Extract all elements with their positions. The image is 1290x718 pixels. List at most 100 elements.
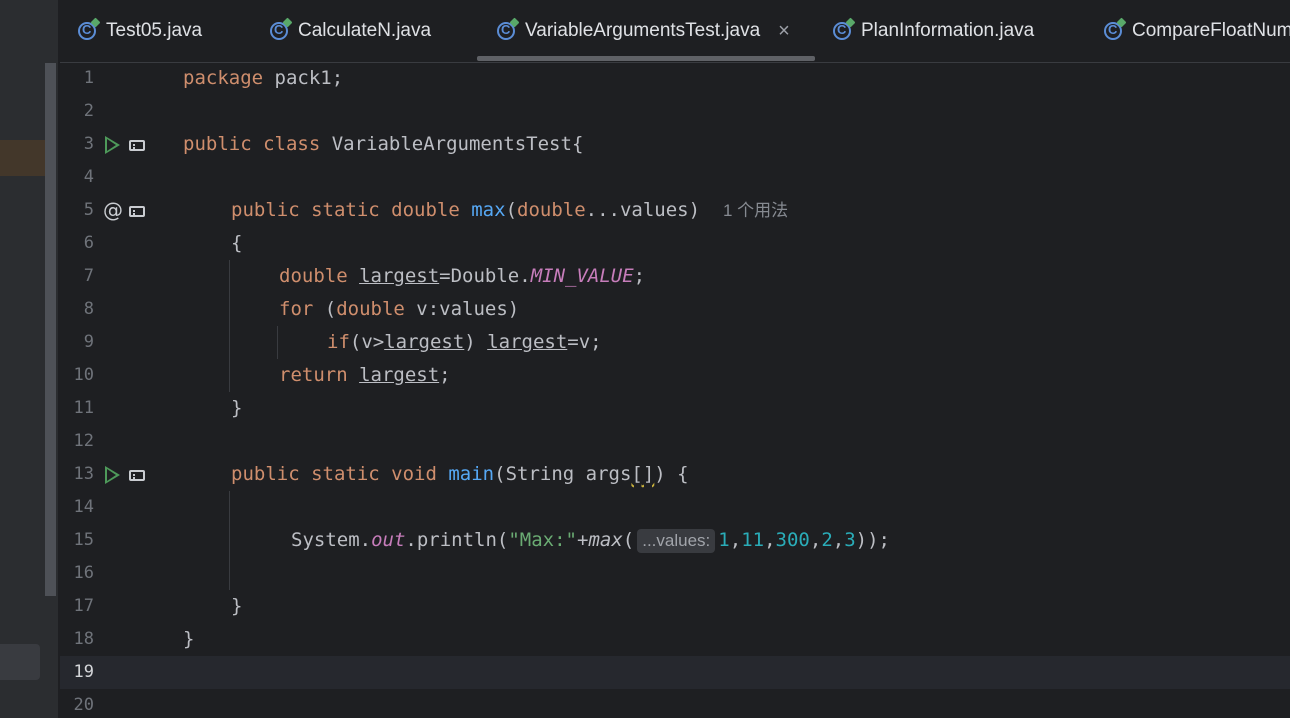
code-text: , xyxy=(729,529,742,551)
code-text: ( xyxy=(622,529,635,551)
run-icon[interactable] xyxy=(105,466,120,484)
method-name: max xyxy=(471,199,506,221)
bookmark-icon[interactable] xyxy=(129,206,145,217)
tab-label: CalculateN.java xyxy=(298,20,432,41)
warning-brackets[interactable]: [] xyxy=(631,463,654,485)
line-number: 14 xyxy=(73,497,94,517)
sidebar-selected-row[interactable] xyxy=(0,140,45,176)
code-line: public static void main(String args[]) { xyxy=(231,458,689,491)
sidebar-button[interactable] xyxy=(0,644,40,680)
keyword: double xyxy=(279,265,348,287)
code-text: (v> xyxy=(349,331,385,353)
indent-guide xyxy=(277,326,278,359)
keyword: double xyxy=(517,199,586,221)
number-literal: 3 xyxy=(844,529,856,551)
line-number: 17 xyxy=(73,596,94,616)
line-number: 2 xyxy=(83,101,94,121)
usage-hint[interactable]: 1 个用法 xyxy=(723,201,788,220)
tab-label: VariableArgumentsTest.java xyxy=(525,20,761,41)
java-class-icon xyxy=(497,22,515,40)
tab-label: CompareFloatNum xyxy=(1132,20,1290,41)
parameter-hint: ...values: xyxy=(637,529,716,553)
line-number: 20 xyxy=(73,695,94,715)
code-text: ( xyxy=(505,199,518,221)
editor-tab-bar: Test05.java CalculateN.java VariableArgu… xyxy=(60,0,1290,63)
code-text: =Double. xyxy=(439,265,531,287)
code-text: ) { xyxy=(654,463,689,485)
close-icon[interactable]: × xyxy=(778,20,790,43)
keyword: public static void xyxy=(231,463,437,485)
line-number: 15 xyxy=(73,530,94,550)
code-line: public class VariableArgumentsTest{ xyxy=(183,128,583,161)
keyword: return xyxy=(279,364,348,386)
tab-label: PlanInformation.java xyxy=(861,20,1035,41)
constant: MIN_VALUE xyxy=(530,265,634,287)
code-line: if(v>largest) largest=v; xyxy=(327,326,602,359)
code-text: =v; xyxy=(567,331,602,353)
override-icon[interactable]: @ xyxy=(103,198,123,222)
bookmark-icon[interactable] xyxy=(129,140,145,151)
method-call: max xyxy=(588,529,623,551)
code-line: } xyxy=(231,595,243,617)
line-number: 18 xyxy=(73,629,94,649)
indent-guide xyxy=(229,260,230,392)
code-text: (String args xyxy=(494,463,632,485)
line-number: 4 xyxy=(83,167,94,187)
code-text: ( xyxy=(313,298,337,320)
tab-planinformation[interactable]: PlanInformation.java xyxy=(833,0,1034,62)
code-text: + xyxy=(577,529,589,551)
variable: largest xyxy=(359,364,440,386)
number-literal: 2 xyxy=(821,529,833,551)
java-class-icon xyxy=(1104,22,1122,40)
java-class-icon xyxy=(833,22,851,40)
code-text: , xyxy=(809,529,822,551)
line-number: 5 xyxy=(83,200,94,220)
string-literal: "Max:" xyxy=(508,529,577,551)
line-number: 10 xyxy=(73,365,94,385)
code-text: , xyxy=(764,529,776,551)
line-number: 6 xyxy=(83,233,94,253)
active-tab-indicator xyxy=(477,56,815,61)
number-literal: 300 xyxy=(775,529,810,551)
line-number: 3 xyxy=(83,134,94,154)
tab-calculaten[interactable]: CalculateN.java xyxy=(270,0,431,62)
code-text: v:values) xyxy=(404,298,520,320)
code-line: for (double v:values) xyxy=(279,293,519,326)
line-number: 7 xyxy=(83,266,94,286)
keyword: double xyxy=(336,298,405,320)
code-line: public static double max(double...values… xyxy=(231,194,788,227)
code-text: ; xyxy=(439,364,451,386)
line-number: 1 xyxy=(83,68,94,88)
code-text: , xyxy=(832,529,845,551)
static-field: out xyxy=(371,529,406,551)
code-text: ...values) xyxy=(585,199,701,221)
code-text: System. xyxy=(291,529,372,551)
code-line: } xyxy=(183,628,195,650)
code-text: .println( xyxy=(405,529,509,551)
code-text: ; xyxy=(633,265,646,287)
code-text: ) xyxy=(464,331,488,353)
run-icon[interactable] xyxy=(105,136,120,154)
sidebar-scrollbar[interactable] xyxy=(45,63,56,596)
code-line: System.out.println("Max:"+max(...values:… xyxy=(291,524,890,557)
code-text: pack1; xyxy=(263,67,344,89)
java-class-icon xyxy=(78,22,96,40)
variable: largest xyxy=(384,331,465,353)
bookmark-icon[interactable] xyxy=(129,470,145,481)
tab-test05[interactable]: Test05.java xyxy=(78,0,202,62)
code-text: VariableArgumentsTest{ xyxy=(320,133,584,155)
code-editor[interactable]: package pack1; public class VariableArgu… xyxy=(183,62,1290,718)
method-name: main xyxy=(448,463,495,485)
tab-label: Test05.java xyxy=(106,20,203,41)
number-literal: 1 xyxy=(718,529,730,551)
tab-variableargumentstest[interactable]: VariableArgumentsTest.java × xyxy=(497,0,790,62)
tab-comparefloatnum[interactable]: CompareFloatNum xyxy=(1104,0,1290,62)
java-class-icon xyxy=(270,22,288,40)
variable: largest xyxy=(359,265,440,287)
line-number: 11 xyxy=(73,398,94,418)
keyword: public class xyxy=(183,133,321,155)
line-number: 13 xyxy=(73,464,94,484)
editor-gutter: 1 2 3 4 5 6 7 8 9 10 11 12 13 14 15 16 1… xyxy=(60,62,180,718)
keyword: if xyxy=(327,331,350,353)
line-number: 8 xyxy=(83,299,94,319)
